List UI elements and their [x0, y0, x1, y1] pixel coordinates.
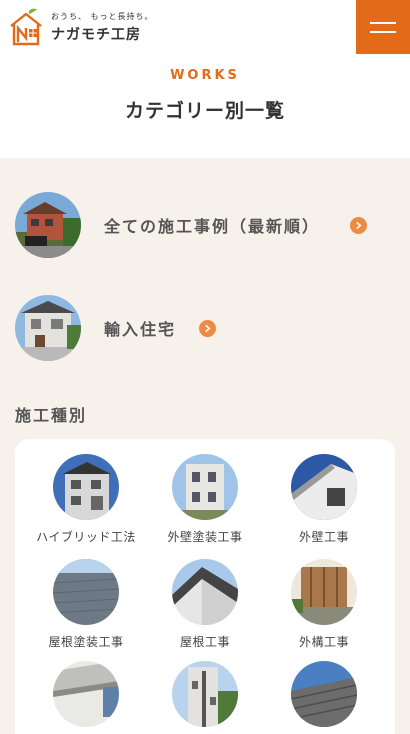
construction-type-label: 屋根工事: [179, 635, 230, 649]
category-photo: [15, 295, 81, 361]
construction-types-title: 施工種別: [15, 406, 88, 425]
hamburger-icon-bar: [370, 30, 396, 33]
site-logo[interactable]: おうち、 もっと長持ち。 ナガモチ工房: [9, 8, 154, 46]
construction-type-item[interactable]: [261, 661, 387, 734]
construction-type-photo: [172, 661, 238, 727]
section-label-en: WORKS: [170, 68, 240, 83]
logo-brand-name: ナガモチ工房: [51, 26, 141, 43]
construction-type-exterior-wall[interactable]: 外壁工事: [261, 454, 387, 545]
construction-type-roof[interactable]: 屋根工事: [142, 559, 268, 650]
category-section: 全ての施工事例（最新順） 輸入住宅 施工種別 ハイブリッド工法 外壁塗装工事 外…: [0, 158, 410, 734]
construction-type-label: 外壁工事: [298, 530, 349, 544]
menu-button[interactable]: [356, 0, 410, 54]
category-link-all-works[interactable]: 全ての施工事例（最新順）: [15, 192, 368, 258]
logo-house-icon: [9, 8, 43, 46]
construction-type-exterior-painting[interactable]: 外壁塗装工事: [142, 454, 268, 545]
construction-type-photo: [53, 559, 119, 625]
construction-type-label: 外壁塗装工事: [167, 530, 243, 544]
construction-types-card: ハイブリッド工法 外壁塗装工事 外壁工事 屋根塗装工事 屋根工事 外構工事: [15, 439, 395, 734]
construction-type-item[interactable]: [142, 661, 268, 734]
construction-type-exterior-structure[interactable]: 外構工事: [261, 559, 387, 650]
construction-type-photo: [172, 559, 238, 625]
construction-type-photo: [53, 661, 119, 727]
hamburger-icon-bar: [370, 21, 396, 24]
category-photo: [15, 192, 81, 258]
construction-type-photo: [291, 661, 357, 727]
construction-type-label: 外構工事: [298, 635, 349, 649]
category-label: 全ての施工事例（最新順）: [104, 217, 321, 236]
category-label: 輸入住宅: [104, 320, 177, 339]
construction-type-item[interactable]: [23, 661, 149, 734]
construction-type-photo: [291, 454, 357, 520]
construction-type-photo: [172, 454, 238, 520]
construction-type-hybrid[interactable]: ハイブリッド工法: [23, 454, 149, 545]
logo-tagline: おうち、 もっと長持ち。: [51, 11, 154, 21]
construction-type-label: 屋根塗装工事: [48, 635, 124, 649]
construction-type-photo: [291, 559, 357, 625]
construction-type-label: ハイブリッド工法: [36, 530, 136, 544]
construction-type-roof-painting[interactable]: 屋根塗装工事: [23, 559, 149, 650]
category-link-imported-homes[interactable]: 輸入住宅: [15, 295, 217, 361]
page-title: カテゴリー別一覧: [124, 100, 285, 122]
arrow-right-circle-icon: [350, 216, 368, 234]
arrow-right-circle-icon: [199, 319, 217, 337]
construction-type-photo: [53, 454, 119, 520]
site-header: おうち、 もっと長持ち。 ナガモチ工房 WORKS カテゴリー別一覧: [0, 0, 410, 158]
